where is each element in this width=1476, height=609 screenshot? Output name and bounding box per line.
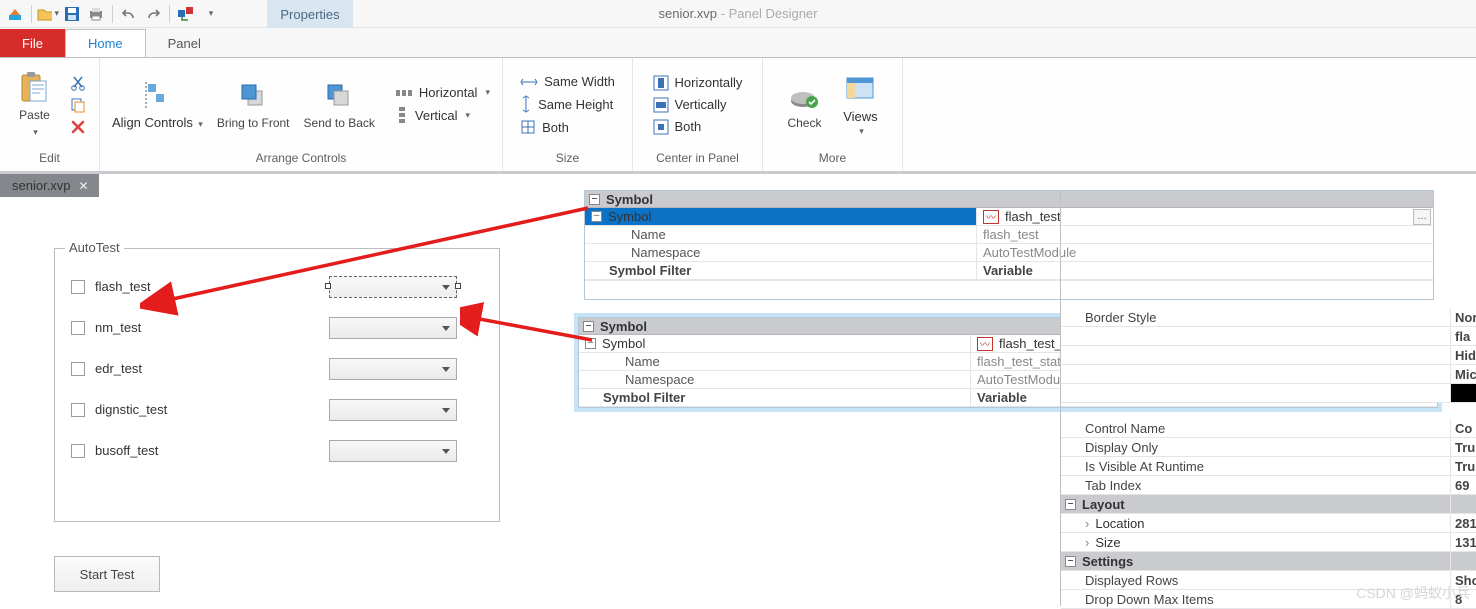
prop-visible[interactable]: Is Visible At RuntimeTru <box>1061 457 1476 476</box>
horizontal-spacing-button[interactable]: Horizontal▾ <box>389 83 496 102</box>
checkbox-nm-test[interactable]: nm_test <box>71 320 141 335</box>
copy-button[interactable] <box>64 95 92 115</box>
combobox-flash-test[interactable] <box>329 276 457 298</box>
close-icon[interactable]: ✕ <box>79 179 89 193</box>
group-arrange-label: Arrange Controls <box>256 149 347 169</box>
symbol-icon <box>983 210 999 224</box>
design-surface: AutoTest flash_test nm_test edr_test dig… <box>10 210 570 600</box>
checkbox-dignstic-test[interactable]: dignstic_test <box>71 402 167 417</box>
vertical-spacing-button[interactable]: Vertical▾ <box>389 104 496 126</box>
collapse-icon[interactable]: – <box>583 321 594 332</box>
combobox-nm-test[interactable] <box>329 317 457 339</box>
properties-panel: Border StyleNor fla Hid Mic Control Name… <box>1060 190 1476 606</box>
checkbox-icon <box>71 362 85 376</box>
group-more-label: More <box>819 149 846 169</box>
collapse-icon[interactable]: – <box>585 338 596 349</box>
ribbon: Paste▾ Edit Align Controls ▾ Bring to Fr… <box>0 58 1476 174</box>
prop-control-name[interactable]: Control NameCo <box>1061 419 1476 438</box>
tab-file[interactable]: File <box>0 29 65 57</box>
checkbox-icon <box>71 321 85 335</box>
checkbox-icon <box>71 444 85 458</box>
combobox-dignstic-test[interactable] <box>329 399 457 421</box>
align-controls-button[interactable]: Align Controls ▾ <box>106 76 209 132</box>
qat-more-icon[interactable]: ▾ <box>199 3 221 25</box>
tab-panel[interactable]: Panel <box>146 29 223 57</box>
print-icon[interactable] <box>85 3 107 25</box>
same-width-button[interactable]: Same Width <box>514 72 621 91</box>
checkbox-flash-test[interactable]: flash_test <box>71 279 151 294</box>
open-icon[interactable]: ▾ <box>37 3 59 25</box>
checkbox-busoff-test[interactable]: busoff_test <box>71 443 158 458</box>
undo-icon[interactable] <box>118 3 140 25</box>
checkbox-icon <box>71 280 85 294</box>
views-button[interactable]: Views▾ <box>833 70 887 139</box>
align-icon <box>140 78 174 112</box>
center-horiz-button[interactable]: Horizontally <box>647 73 749 93</box>
document-tab[interactable]: senior.xvp ✕ <box>0 174 99 197</box>
checkbox-icon <box>71 403 85 417</box>
prop-row[interactable]: Hid <box>1061 346 1476 365</box>
save-icon[interactable] <box>61 3 83 25</box>
prop-border-style[interactable]: Border StyleNor <box>1061 308 1476 327</box>
cut-button[interactable] <box>64 73 92 93</box>
prop-row[interactable] <box>1061 384 1476 403</box>
same-height-button[interactable]: Same Height <box>514 93 621 115</box>
tab-properties[interactable]: Properties <box>267 0 353 28</box>
bring-to-front-button[interactable]: Bring to Front <box>211 77 296 132</box>
collapse-icon[interactable]: – <box>591 211 602 222</box>
contextual-tab-group: Combo Box Properties <box>267 0 353 28</box>
views-icon <box>843 72 877 106</box>
ribbon-tabs: File Home Panel Combo Box Properties <box>0 28 1476 58</box>
group-center-label: Center in Panel <box>656 149 739 169</box>
bring-front-icon <box>236 79 270 113</box>
check-icon <box>787 79 821 113</box>
tab-home[interactable]: Home <box>65 29 146 57</box>
prop-category-layout[interactable]: –Layout <box>1061 495 1476 514</box>
center-vert-button[interactable]: Vertically <box>647 95 749 115</box>
send-to-back-button[interactable]: Send to Back <box>298 77 381 132</box>
combobox-edr-test[interactable] <box>329 358 457 380</box>
delete-button[interactable] <box>64 117 92 137</box>
prop-location[interactable]: ›Location281 <box>1061 514 1476 533</box>
combobox-busoff-test[interactable] <box>329 440 457 462</box>
prop-tab-index[interactable]: Tab Index69 <box>1061 476 1476 495</box>
redo-icon[interactable] <box>142 3 164 25</box>
collapse-icon[interactable]: – <box>589 194 600 205</box>
groupbox-autotest: AutoTest flash_test nm_test edr_test dig… <box>54 248 500 522</box>
prop-size[interactable]: ›Size131 <box>1061 533 1476 552</box>
same-both-button[interactable]: Both <box>514 117 621 137</box>
start-test-button[interactable]: Start Test <box>54 556 160 592</box>
group-edit-label: Edit <box>39 149 60 169</box>
symbol-icon <box>977 337 993 351</box>
resize-handle[interactable] <box>455 283 461 289</box>
paste-icon <box>18 71 52 105</box>
quick-access-toolbar: ▾ ▾ senior.xvp - Panel Designer <box>0 0 1476 28</box>
groupbox-legend: AutoTest <box>65 240 124 255</box>
resize-handle[interactable] <box>325 283 331 289</box>
prop-display-only[interactable]: Display OnlyTru <box>1061 438 1476 457</box>
paste-button[interactable]: Paste▾ <box>8 69 62 139</box>
sync-icon[interactable] <box>175 3 197 25</box>
popout-header-label: Symbol <box>600 319 647 334</box>
document-tab-label: senior.xvp <box>12 178 71 193</box>
prop-row[interactable]: fla <box>1061 327 1476 346</box>
group-size-label: Size <box>556 149 579 169</box>
send-back-icon <box>322 79 356 113</box>
checkbox-edr-test[interactable]: edr_test <box>71 361 142 376</box>
window-title: senior.xvp - Panel Designer <box>0 6 1476 21</box>
app-icon[interactable] <box>4 3 26 25</box>
check-button[interactable]: Check <box>777 77 831 132</box>
prop-row[interactable]: Mic <box>1061 365 1476 384</box>
prop-category-settings[interactable]: –Settings <box>1061 552 1476 571</box>
popout-header-label: Symbol <box>606 192 653 207</box>
center-both-button[interactable]: Both <box>647 117 749 137</box>
watermark: CSDN @蚂蚁小兵 <box>1356 583 1470 603</box>
